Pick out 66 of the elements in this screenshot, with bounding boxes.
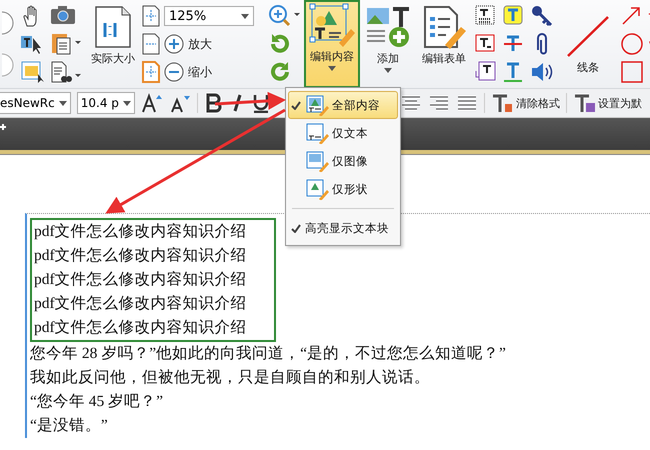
line-tool-button[interactable]: 线条 [558, 0, 618, 88]
rotate-icon[interactable] [268, 32, 292, 56]
align-center-icon[interactable] [400, 95, 422, 111]
fit-width-icon[interactable] [142, 33, 160, 55]
document-text-line: pdf文件怎么修改内容知识介绍 [34, 318, 248, 338]
form-edit-icon [421, 5, 467, 49]
document-text-line: 您今年 28 岁吗？”他如此的向我问道，“是的，不过您怎么知道呢？” [30, 344, 507, 364]
rotate-icon[interactable] [268, 60, 292, 84]
caret-icon [122, 100, 131, 106]
menu-item[interactable]: 仅形状 [288, 175, 398, 203]
clear-format-button[interactable]: 清除格式 [490, 93, 560, 113]
edit-object-icon [305, 178, 329, 200]
font-size-combo[interactable]: 10.4 p [76, 92, 135, 114]
caret-icon [384, 68, 392, 73]
increase-font-icon[interactable] [140, 93, 163, 113]
square-icon[interactable] [620, 60, 644, 84]
caret-icon [241, 14, 249, 18]
camera-icon[interactable] [50, 4, 76, 26]
zoom-out-button[interactable]: 缩小 [164, 62, 212, 82]
edit-object-icon [305, 150, 329, 172]
align-right-icon[interactable] [428, 95, 450, 111]
fit-page-icon[interactable] [142, 5, 160, 27]
add-content-icon [365, 5, 411, 49]
circle-icon[interactable] [620, 32, 644, 56]
document-text-line: 我如此反问他，但被他无视，只是自顾自的和别人说话。 [30, 368, 431, 388]
document-text-line: pdf文件怎么修改内容知识介绍 [34, 270, 248, 290]
set-default-button[interactable]: 设置为默 [572, 93, 642, 113]
document-text-line: pdf文件怎么修改内容知识介绍 [34, 294, 248, 314]
zoom-in-button[interactable]: 放大 [164, 34, 212, 54]
document-text-line: pdf文件怎么修改内容知识介绍 [34, 246, 248, 266]
checkmark-icon [291, 100, 301, 110]
menu-item[interactable]: 仅图像 [288, 147, 398, 175]
actual-size-button[interactable]: 实际大小 [86, 0, 140, 88]
caret-icon [328, 66, 336, 71]
save-text-icon [572, 93, 595, 113]
zoom-combo[interactable]: 125% [164, 6, 254, 26]
decrease-font-icon[interactable] [168, 93, 191, 113]
bold-icon[interactable] [204, 93, 224, 113]
fit-visible-icon[interactable] [142, 61, 160, 83]
one-to-one-icon [94, 5, 132, 49]
minus-icon [164, 62, 184, 82]
line-icon [565, 14, 611, 58]
justify-icon[interactable] [456, 95, 478, 111]
plus-icon [164, 34, 184, 54]
edit-content-button[interactable]: 编辑内容 [304, 0, 360, 88]
menu-item[interactable]: 仅文本 [288, 119, 398, 147]
underline-icon[interactable] [252, 93, 270, 113]
edit-form-button[interactable]: 编辑表单 [416, 0, 472, 88]
document-text-line: “是没错。” [30, 416, 109, 436]
edit-object-icon [305, 94, 329, 116]
text-box-icon[interactable] [20, 60, 46, 84]
edit-object-icon [305, 122, 329, 144]
edit-content-icon [309, 3, 355, 47]
caret-icon [58, 100, 67, 106]
document-text-line: “您今年 45 岁吧？” [30, 392, 164, 412]
plus-icon[interactable] [0, 122, 8, 132]
magnifier-icon[interactable] [268, 4, 302, 28]
highlight-text-block-option[interactable]: 高亮显示文本块 [288, 214, 398, 242]
document-text-line: pdf文件怎么修改内容知识介绍 [34, 222, 248, 242]
checkmark-icon [291, 224, 301, 232]
eraser-text-icon [490, 93, 513, 113]
key-icon[interactable] [530, 4, 554, 28]
document-search-icon[interactable] [50, 60, 84, 84]
menu-item[interactable]: 全部内容 [288, 91, 398, 119]
font-combo[interactable]: esNewRc [0, 92, 71, 114]
add-button[interactable]: 添加 [360, 0, 416, 88]
